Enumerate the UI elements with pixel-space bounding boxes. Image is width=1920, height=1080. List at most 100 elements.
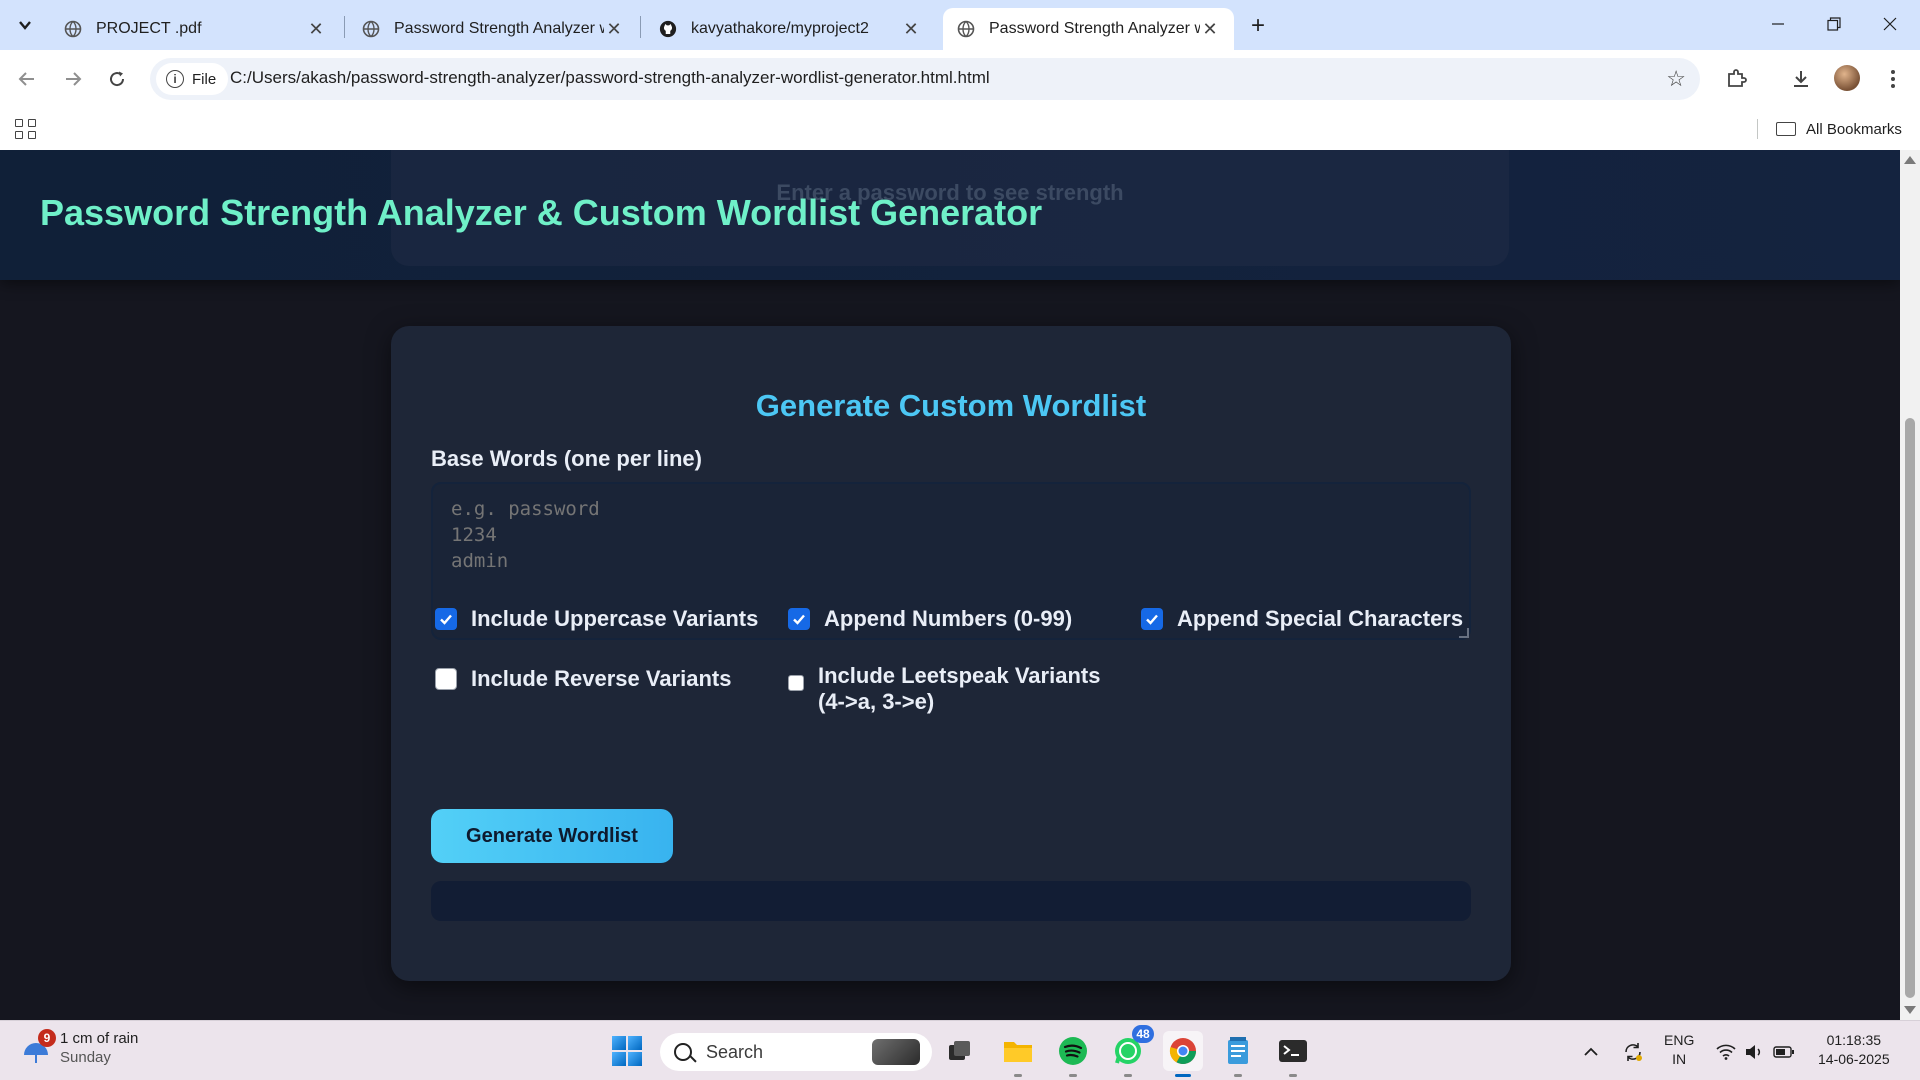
file-explorer-icon[interactable] <box>998 1031 1038 1077</box>
clock-time: 01:18:35 <box>1826 1032 1882 1048</box>
sync-icon[interactable] <box>1622 1041 1644 1063</box>
chevron-up-icon[interactable] <box>1580 1041 1602 1063</box>
scrollbar-thumb[interactable] <box>1905 418 1915 998</box>
running-indicator <box>1069 1074 1077 1077</box>
tab-project-pdf[interactable]: PROJECT .pdf ✕ <box>50 8 340 50</box>
scroll-up-icon[interactable] <box>1904 156 1916 164</box>
menu-button[interactable] <box>1876 62 1910 96</box>
volume-icon[interactable] <box>1743 1041 1765 1063</box>
wifi-icon[interactable] <box>1715 1041 1737 1063</box>
battery-icon[interactable] <box>1773 1041 1795 1063</box>
close-icon[interactable]: ✕ <box>1200 19 1220 39</box>
wordlist-output <box>431 881 1471 921</box>
minimize-button[interactable] <box>1750 0 1806 48</box>
extensions-button[interactable] <box>1719 62 1753 96</box>
close-icon[interactable]: ✕ <box>306 19 326 39</box>
taskbar-search[interactable]: Search <box>660 1033 932 1071</box>
option-append-numbers[interactable]: Append Numbers (0-99) <box>788 606 1072 632</box>
option-label: Include Uppercase Variants <box>471 606 759 631</box>
globe-icon <box>362 20 380 38</box>
close-icon <box>1883 17 1897 31</box>
language-line2: IN <box>1672 1051 1687 1067</box>
checkbox-append-numbers[interactable] <box>788 608 810 630</box>
search-highlight-icon <box>872 1039 920 1065</box>
page-viewport: Enter a password to see strength Passwor… <box>0 150 1900 1020</box>
tab-separator <box>640 16 641 38</box>
option-uppercase[interactable]: Include Uppercase Variants <box>435 606 758 632</box>
weather-badge: 9 <box>38 1029 56 1047</box>
reload-button[interactable] <box>100 62 134 96</box>
page-scrollbar[interactable] <box>1900 150 1920 1020</box>
puzzle-icon <box>1728 69 1747 87</box>
running-indicator <box>1175 1074 1191 1077</box>
terminal-icon[interactable] <box>1273 1031 1313 1077</box>
option-special-characters[interactable]: Append Special Characters <box>1141 606 1463 632</box>
base-words-label: Base Words (one per line) <box>431 446 702 471</box>
option-reverse[interactable]: Include Reverse Variants <box>435 666 731 692</box>
all-bookmarks-button[interactable]: All Bookmarks <box>1776 116 1902 142</box>
chevron-down-icon <box>19 21 31 30</box>
windows-start-icon[interactable] <box>612 1036 642 1066</box>
spotify-icon[interactable] <box>1053 1031 1093 1077</box>
tab-search-button[interactable] <box>8 8 42 42</box>
tab-password-analyzer-1[interactable]: Password Strength Analyzer wit ✕ <box>348 8 638 50</box>
taskbar: 9 1 cm of rain Sunday Search 48 ENG IN 0… <box>0 1020 1920 1080</box>
generate-wordlist-button[interactable]: Generate Wordlist <box>431 809 673 863</box>
weather-title: 1 cm of rain <box>60 1030 139 1047</box>
wordlist-heading: Generate Custom Wordlist <box>755 388 1147 423</box>
tab-separator <box>344 16 345 38</box>
info-icon: i <box>166 70 184 88</box>
language-line1: ENG <box>1664 1032 1695 1048</box>
weather-subtitle: Sunday <box>60 1049 111 1066</box>
weather-widget[interactable]: 9 1 cm of rain Sunday <box>22 1029 138 1067</box>
task-view-icon[interactable] <box>940 1031 980 1071</box>
checkmark-icon <box>1146 614 1158 625</box>
new-tab-button[interactable]: + <box>1244 12 1272 40</box>
scroll-down-icon[interactable] <box>1904 1006 1916 1014</box>
folder-icon <box>1776 122 1796 136</box>
search-icon <box>674 1043 692 1061</box>
apps-grid-icon[interactable] <box>12 116 38 142</box>
back-button[interactable] <box>10 62 44 96</box>
language-indicator[interactable]: ENG IN <box>1664 1031 1694 1069</box>
checkbox-uppercase[interactable] <box>435 608 457 630</box>
tab-title: Password Strength Analyzer wit <box>989 20 1200 37</box>
notepad-icon[interactable] <box>1218 1031 1258 1077</box>
bookmark-star-icon[interactable]: ☆ <box>1666 66 1686 92</box>
bookmarks-bar: All Bookmarks <box>0 108 1920 150</box>
address-bar[interactable]: i File C:/Users/akash/password-strength-… <box>150 58 1700 100</box>
tab-github-repo[interactable]: kavyathakore/myproject2 ✕ <box>645 8 935 50</box>
site-info-chip[interactable]: i File <box>156 63 229 95</box>
umbrella-icon: 9 <box>22 1029 56 1063</box>
forward-button[interactable] <box>56 62 90 96</box>
close-icon[interactable]: ✕ <box>604 19 624 39</box>
clock[interactable]: 01:18:35 14-06-2025 <box>1818 1031 1890 1069</box>
running-indicator <box>1289 1074 1297 1077</box>
arrow-left-icon <box>18 72 34 86</box>
restore-button[interactable] <box>1806 0 1862 48</box>
whatsapp-icon[interactable]: 48 <box>1108 1025 1154 1077</box>
chrome-icon[interactable] <box>1163 1031 1203 1077</box>
page-title: Password Strength Analyzer & Custom Word… <box>40 192 1043 233</box>
url-text[interactable]: C:/Users/akash/password-strength-analyze… <box>230 68 990 88</box>
clock-date: 14-06-2025 <box>1818 1051 1890 1067</box>
tab-title: PROJECT .pdf <box>96 20 202 37</box>
tab-strip: PROJECT .pdf ✕ Password Strength Analyze… <box>0 0 1920 50</box>
checkbox-special-characters[interactable] <box>1141 608 1163 630</box>
option-label: Append Special Characters <box>1177 606 1464 631</box>
checkbox-reverse[interactable] <box>435 668 457 690</box>
tab-title: Password Strength Analyzer wit <box>394 20 604 37</box>
checkbox-leetspeak[interactable] <box>788 675 804 691</box>
minimize-icon <box>1772 23 1784 25</box>
taskbar-search-placeholder: Search <box>706 1041 764 1062</box>
downloads-button[interactable] <box>1784 62 1818 96</box>
wordlist-card: Generate Custom Wordlist Base Words (one… <box>391 326 1511 981</box>
globe-icon <box>957 20 975 38</box>
close-window-button[interactable] <box>1862 0 1918 48</box>
profile-avatar[interactable] <box>1834 65 1860 91</box>
option-leetspeak[interactable]: Include Leetspeak Variants (4->a, 3->e) <box>788 663 1118 715</box>
close-icon[interactable]: ✕ <box>901 19 921 39</box>
checkmark-icon <box>793 614 805 625</box>
tab-password-analyzer-active[interactable]: Password Strength Analyzer wit ✕ <box>943 8 1234 50</box>
arrow-right-icon <box>66 72 82 86</box>
